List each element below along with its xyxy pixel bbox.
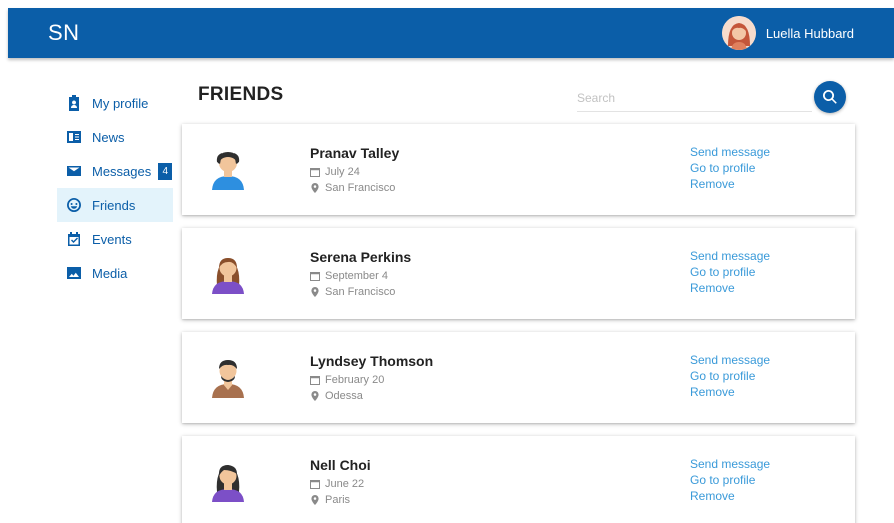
calendar-icon — [310, 168, 320, 177]
friend-info: Nell Choi June 22 Paris — [310, 457, 371, 508]
profile-badge-icon — [65, 94, 83, 112]
friend-card: Pranav Talley July 24 San Francisco Send… — [182, 124, 855, 215]
remove-friend-link[interactable]: Remove — [690, 176, 770, 192]
friend-city-text: San Francisco — [325, 182, 396, 194]
friend-avatar[interactable] — [206, 354, 250, 398]
app-logo[interactable]: SN — [48, 20, 80, 46]
friend-name[interactable]: Serena Perkins — [310, 249, 411, 265]
go-to-profile-link[interactable]: Go to profile — [690, 264, 770, 280]
go-to-profile-link[interactable]: Go to profile — [690, 368, 770, 384]
search-field — [577, 84, 812, 112]
friend-card: Serena Perkins September 4 San Francisco… — [182, 228, 855, 319]
friend-location: San Francisco — [310, 284, 411, 300]
news-icon — [65, 128, 83, 146]
friend-actions: Send message Go to profile Remove — [690, 144, 770, 192]
search-icon — [823, 90, 837, 104]
friend-date-text: February 20 — [325, 374, 385, 386]
friend-actions: Send message Go to profile Remove — [690, 352, 770, 400]
go-to-profile-link[interactable]: Go to profile — [690, 472, 770, 488]
sidebar-item-label: Media — [92, 265, 128, 281]
sidebar-item-media[interactable]: Media — [57, 256, 173, 290]
sidebar-item-my-profile[interactable]: My profile — [57, 86, 173, 120]
friend-date: February 20 — [310, 372, 433, 388]
friend-location: Odessa — [310, 388, 433, 404]
friend-name[interactable]: Lyndsey Thomson — [310, 353, 433, 369]
friend-card: Lyndsey Thomson February 20 Odessa Send … — [182, 332, 855, 423]
calendar-check-icon — [65, 230, 83, 248]
friend-avatar[interactable] — [206, 146, 250, 190]
friend-actions: Send message Go to profile Remove — [690, 456, 770, 504]
sidebar-item-messages[interactable]: Messages 4 — [57, 154, 173, 188]
friend-location: Paris — [310, 492, 371, 508]
send-message-link[interactable]: Send message — [690, 248, 770, 264]
image-icon — [65, 264, 83, 282]
top-bar: SN Luella Hubbard — [8, 8, 894, 58]
friend-date: September 4 — [310, 268, 411, 284]
friend-info: Serena Perkins September 4 San Francisco — [310, 249, 411, 300]
friend-date-text: September 4 — [325, 270, 388, 282]
calendar-icon — [310, 376, 320, 385]
friend-avatar[interactable] — [206, 458, 250, 502]
location-pin-icon — [311, 183, 319, 193]
sidebar-item-friends[interactable]: Friends — [57, 188, 173, 222]
user-avatar[interactable] — [721, 16, 756, 50]
sidebar-item-label: My profile — [92, 95, 149, 111]
search-button[interactable] — [814, 81, 846, 113]
friend-info: Pranav Talley July 24 San Francisco — [310, 145, 399, 196]
friend-city-text: San Francisco — [325, 286, 396, 298]
remove-friend-link[interactable]: Remove — [690, 280, 770, 296]
friend-info: Lyndsey Thomson February 20 Odessa — [310, 353, 433, 404]
page-title: FRIENDS — [198, 84, 284, 105]
send-message-link[interactable]: Send message — [690, 456, 770, 472]
user-menu[interactable]: Luella Hubbard — [721, 16, 894, 50]
location-pin-icon — [311, 391, 319, 401]
search-input[interactable] — [577, 84, 812, 111]
messages-count-badge: 4 — [158, 162, 173, 180]
friend-actions: Send message Go to profile Remove — [690, 248, 770, 296]
friend-location: San Francisco — [310, 180, 399, 196]
location-pin-icon — [311, 495, 319, 505]
sidebar-item-label: News — [92, 129, 125, 145]
sidebar-item-label: Friends — [92, 197, 136, 213]
user-name[interactable]: Luella Hubbard — [766, 26, 854, 41]
remove-friend-link[interactable]: Remove — [690, 384, 770, 400]
calendar-icon — [310, 272, 320, 281]
send-message-link[interactable]: Send message — [690, 144, 770, 160]
friend-date: June 22 — [310, 476, 371, 492]
sidebar-item-news[interactable]: News — [57, 120, 173, 154]
location-pin-icon — [311, 287, 319, 297]
friend-date: July 24 — [310, 164, 399, 180]
friend-avatar[interactable] — [206, 250, 250, 294]
friend-city-text: Odessa — [325, 390, 363, 402]
friend-card: Nell Choi June 22 Paris Send message Go … — [182, 436, 855, 523]
friend-date-text: June 22 — [325, 478, 365, 490]
envelope-icon — [65, 162, 83, 180]
sidebar-item-events[interactable]: Events — [57, 222, 173, 256]
smiley-icon — [65, 196, 83, 214]
remove-friend-link[interactable]: Remove — [690, 488, 770, 504]
friend-name[interactable]: Pranav Talley — [310, 145, 399, 161]
go-to-profile-link[interactable]: Go to profile — [690, 160, 770, 176]
friend-city-text: Paris — [325, 494, 351, 506]
calendar-icon — [310, 480, 320, 489]
friends-list: Pranav Talley July 24 San Francisco Send… — [182, 124, 855, 523]
sidebar-item-label: Events — [92, 231, 132, 247]
send-message-link[interactable]: Send message — [690, 352, 770, 368]
friend-date-text: July 24 — [325, 166, 360, 178]
sidebar-item-label: Messages — [92, 163, 152, 179]
friend-name[interactable]: Nell Choi — [310, 457, 371, 473]
sidebar-nav: My profile News Messages 4 Friends Event… — [57, 86, 173, 290]
